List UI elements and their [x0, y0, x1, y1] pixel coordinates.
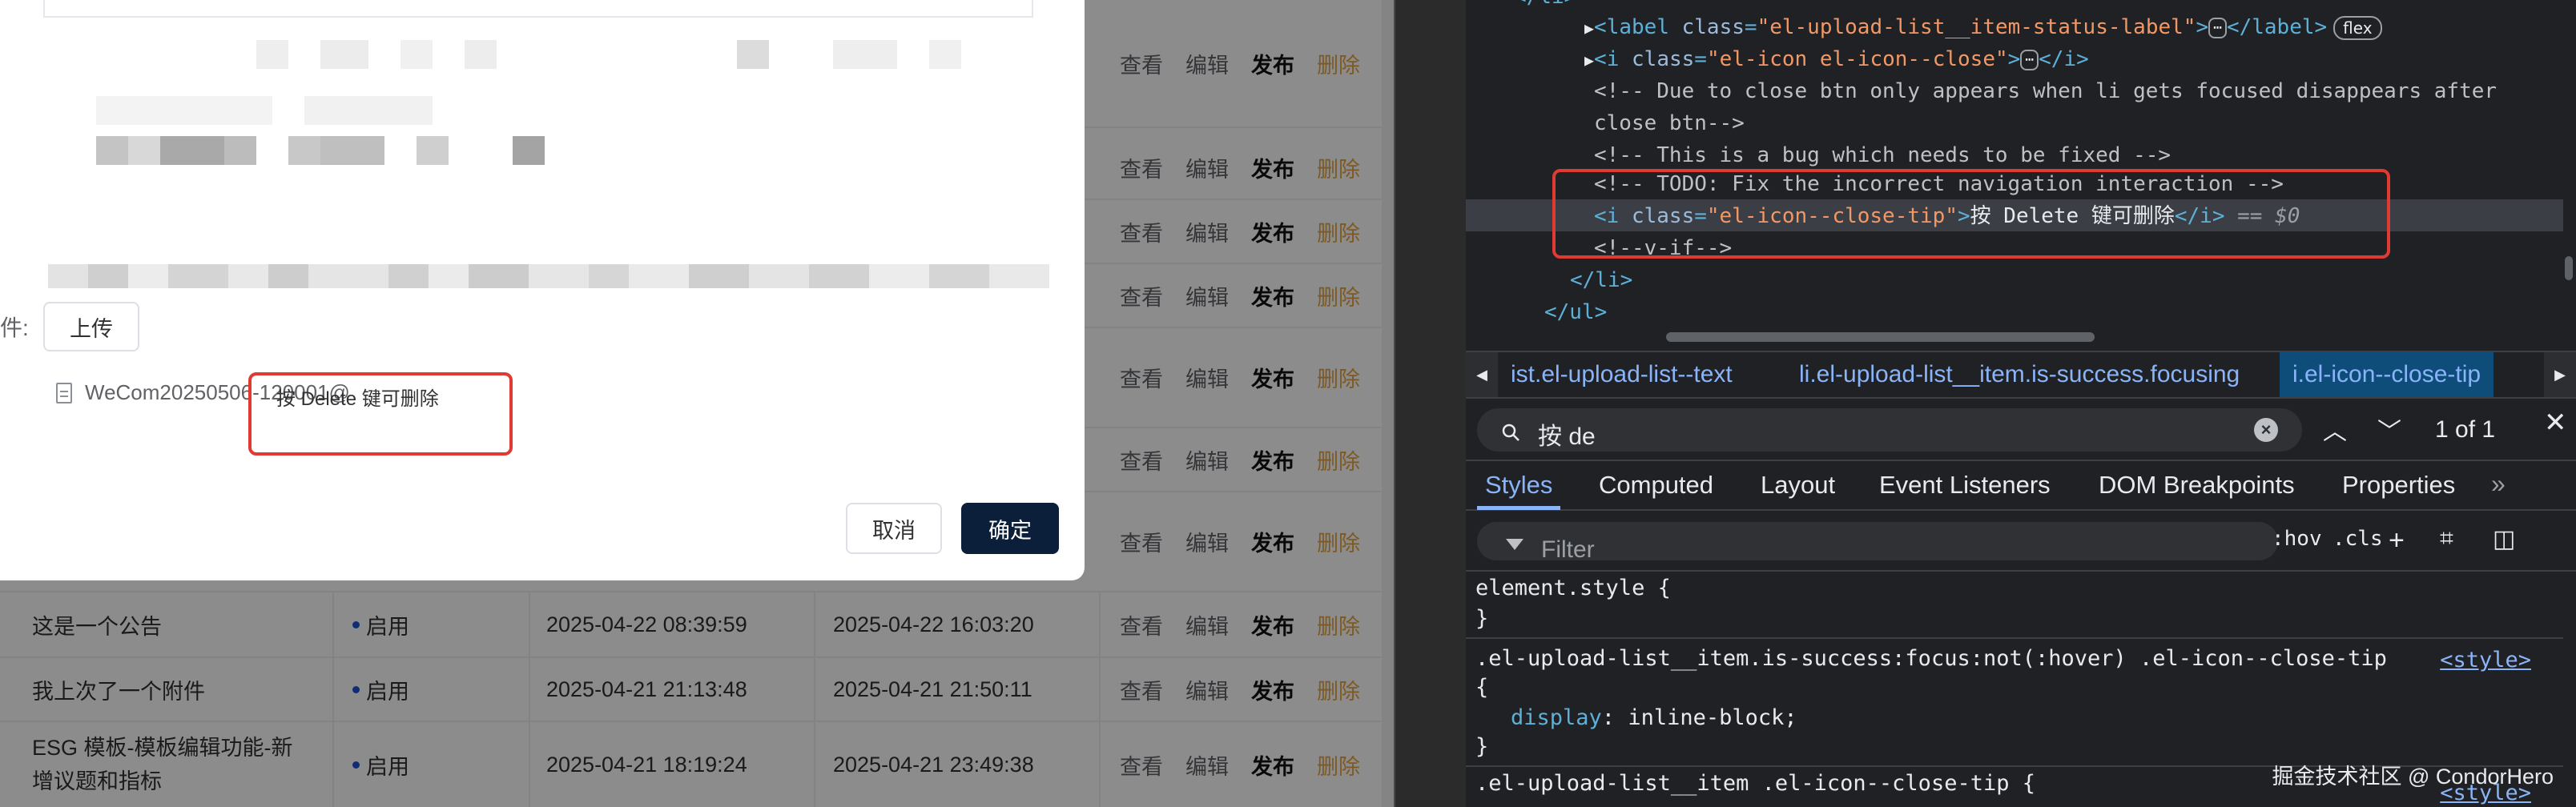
- annotation-highlight-box: [1552, 169, 2390, 259]
- active-tab-indicator: [1477, 506, 1560, 510]
- styles-tabbar: Styles Computed Layout Event Listeners D…: [1466, 463, 2576, 511]
- breadcrumb-left-icon[interactable]: ◀: [1466, 352, 1498, 397]
- confirm-button[interactable]: 确定: [961, 503, 1059, 554]
- tab-properties[interactable]: Properties: [2342, 471, 2455, 500]
- tab-layout[interactable]: Layout: [1761, 471, 1835, 500]
- filter-placeholder: Filter: [1541, 536, 1595, 563]
- collapsed-ellipsis-icon[interactable]: ⋯: [2208, 17, 2227, 38]
- search-icon: [1502, 424, 1519, 441]
- filter-icon: [1506, 539, 1523, 550]
- dom-comment[interactable]: <!-- This is a bug which needs to be fix…: [1594, 139, 2171, 171]
- expand-triangle-icon[interactable]: ▶: [1584, 50, 1594, 70]
- styles-toolbar: Filter :hov .cls + ⌗ ◫: [1466, 514, 2576, 572]
- breadcrumb-item-active[interactable]: i.el-icon--close-tip: [2280, 352, 2494, 397]
- dom-comment[interactable]: <!-- Due to close btn only appears when …: [1594, 75, 2497, 107]
- tab-computed[interactable]: Computed: [1599, 471, 1713, 500]
- flex-badge[interactable]: flex: [2333, 15, 2382, 40]
- dom-search-bar: 按 de × ︿ ﹀ 1 of 1 ✕: [1466, 400, 2576, 461]
- rule-brace: {: [1475, 675, 1489, 700]
- annotation-highlight-box: [248, 372, 513, 456]
- breadcrumb: ◀ ist.el-upload-list--text li.el-upload-…: [1466, 351, 2576, 399]
- class-toggle-button[interactable]: .cls: [2332, 527, 2383, 551]
- rule-selector[interactable]: .el-upload-list__item.is-success:focus:n…: [1475, 644, 2387, 674]
- horizontal-scrollbar[interactable]: [1666, 332, 2095, 342]
- close-icon[interactable]: ✕: [2544, 407, 2567, 439]
- search-query: 按 de: [1538, 424, 1596, 450]
- dom-node-close-icon[interactable]: ▶<i class="el-icon el-icon--close"> ⋯ </i>: [1584, 43, 2089, 76]
- elements-tree: </li> ▶<label class="el-upload-list__ite…: [1466, 0, 2563, 342]
- breadcrumb-item[interactable]: ist.el-upload-list--text: [1498, 352, 1745, 397]
- pane-divider[interactable]: [1394, 0, 1466, 807]
- vertical-scrollbar[interactable]: [2565, 256, 2573, 280]
- upload-button[interactable]: 上传: [43, 302, 139, 351]
- tab-event-listeners[interactable]: Event Listeners: [1879, 471, 2051, 500]
- document-icon: [56, 382, 72, 404]
- clear-icon[interactable]: ×: [2254, 418, 2278, 442]
- new-rule-icon[interactable]: +: [2389, 525, 2405, 556]
- rule-brace: }: [1475, 734, 1489, 759]
- stylesheet-source-link[interactable]: <style>: [2440, 645, 2531, 676]
- breadcrumb-right-icon[interactable]: ▶: [2544, 352, 2576, 397]
- devtools-panel: </li> ▶<label class="el-upload-list__ite…: [1466, 0, 2576, 807]
- match-count: 1 of 1: [2435, 416, 2496, 443]
- cancel-button[interactable]: 取消: [846, 503, 942, 554]
- upload-dialog: 件: 上传 WeCom20250506-120001@ 按 Delete 键可删…: [0, 0, 1085, 580]
- hover-state-button[interactable]: :hov: [2272, 527, 2322, 551]
- sidebar-toggle-icon[interactable]: ◫: [2493, 525, 2515, 553]
- css-declaration[interactable]: display: inline-block;: [1511, 703, 1797, 733]
- rule-selector[interactable]: .el-upload-list__item .el-icon--close-ti…: [1475, 769, 2035, 799]
- watermark: 掘金技术社区 @ CondorHero: [2272, 765, 2554, 789]
- chevron-up-icon[interactable]: ︿: [2323, 412, 2347, 447]
- styles-filter-input[interactable]: Filter: [1477, 522, 2278, 563]
- collapsed-ellipsis-icon[interactable]: ⋯: [2020, 49, 2039, 70]
- blurred-content-image: [48, 8, 1049, 288]
- attachment-label: 件:: [0, 315, 29, 340]
- dom-node-label[interactable]: ▶<label class="el-upload-list__item-stat…: [1584, 11, 2382, 44]
- tab-dom-breakpoints[interactable]: DOM Breakpoints: [2099, 471, 2295, 500]
- dom-search-input[interactable]: 按 de ×: [1477, 408, 2302, 452]
- breadcrumb-item[interactable]: li.el-upload-list__item.is-success.focus…: [1786, 352, 2252, 397]
- rule-selector[interactable]: element.style {: [1475, 573, 1671, 604]
- more-tabs-icon[interactable]: »: [2491, 469, 2506, 499]
- dom-close-li[interactable]: </li>: [1570, 264, 1632, 296]
- tab-styles[interactable]: Styles: [1485, 471, 1552, 500]
- rule-brace: }: [1475, 606, 1489, 631]
- app-viewport: 查看 编辑 发布 删除 查看 编辑 发布 删除 查看 编辑 发布 删除 查看 编…: [0, 0, 1394, 807]
- expand-triangle-icon[interactable]: ▶: [1584, 18, 1594, 38]
- rule-divider: [1466, 637, 2563, 639]
- dom-close-ul[interactable]: </ul>: [1544, 296, 1607, 328]
- dom-comment[interactable]: close btn-->: [1594, 107, 1745, 139]
- paint-brush-icon[interactable]: ⌗: [2440, 525, 2453, 552]
- chevron-down-icon[interactable]: ﹀: [2377, 412, 2401, 447]
